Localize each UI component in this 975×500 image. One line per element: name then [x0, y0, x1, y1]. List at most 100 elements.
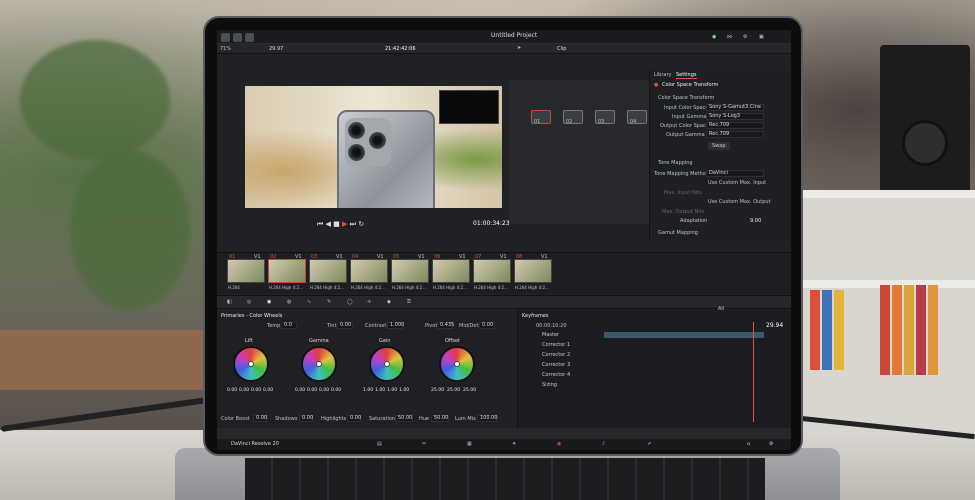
lift-value-g[interactable]: 0.00 [251, 388, 261, 393]
gain-value-r[interactable]: 1.00 [375, 388, 385, 393]
gain-wheel[interactable] [369, 346, 405, 382]
adaptation-value[interactable]: 9.00 [750, 218, 761, 224]
use-custom-max-input-checkbox[interactable]: Use Custom Max. Input [708, 180, 766, 186]
lift-value-r[interactable]: 0.00 [239, 388, 249, 393]
offset-value-g[interactable]: 25.00 [447, 388, 460, 393]
keyframe-track[interactable]: Corrector 1 [520, 342, 582, 351]
clip-thumbnail[interactable]: 03 V1 H.264 High 4:2... [309, 254, 347, 290]
window-icon[interactable]: ◯ [347, 299, 353, 305]
use-custom-max-output-checkbox[interactable]: Use Custom Max. Output [708, 199, 771, 205]
hue-field[interactable]: 50.00 [431, 415, 449, 422]
settings-gear-icon[interactable]: ⚙ [743, 34, 747, 40]
wheel-hub[interactable] [248, 361, 254, 367]
section-gamut-mapping[interactable]: Gamut Mapping [658, 230, 698, 236]
temp-field[interactable]: 0.0 [281, 322, 297, 329]
tint-field[interactable]: 0.00 [337, 322, 353, 329]
page-deliver-icon[interactable]: ➚ [647, 441, 651, 447]
clip-thumbnail[interactable]: 06 V1 H.264 High 4:2... [432, 254, 470, 290]
media-pool-icon[interactable] [221, 33, 230, 42]
page-fairlight-icon[interactable]: ♪ [602, 441, 605, 447]
color-match-icon[interactable]: ◎ [247, 299, 251, 305]
saturation-field[interactable]: 50.00 [395, 415, 413, 422]
output-color-space-select[interactable]: Rec.709 [706, 122, 764, 129]
wheel-hub[interactable] [316, 361, 322, 367]
last-frame-icon[interactable]: ⏭ [350, 220, 356, 228]
keyframe-track[interactable]: Corrector 4 [520, 372, 582, 381]
node-03[interactable]: 03 [595, 110, 615, 125]
wheel-hub[interactable] [454, 361, 460, 367]
page-color-icon[interactable]: ◉ [557, 441, 561, 447]
keyframe-track[interactable]: Sizing [520, 382, 582, 391]
middetail-field[interactable]: 0.00 [479, 322, 495, 329]
offset-value-b[interactable]: 25.00 [463, 388, 476, 393]
offset-wheel[interactable] [439, 346, 475, 382]
keyframe-track[interactable]: Corrector 2 [520, 352, 582, 361]
output-gamma-select[interactable]: Rec.709 [706, 131, 764, 138]
effect-enable-icon[interactable]: ● [654, 82, 658, 88]
lift-value-y[interactable]: 0.00 [227, 388, 237, 393]
node-01[interactable]: 01 [531, 110, 551, 125]
pivot-field[interactable]: 0.435 [437, 322, 454, 329]
stop-icon[interactable]: ■ [333, 220, 340, 228]
node-02[interactable]: 02 [563, 110, 583, 125]
node-graph[interactable]: 01 02 03 04 [509, 80, 657, 224]
input-gamma-select[interactable]: Sony S-Log3 [706, 113, 764, 120]
clip-thumbnail[interactable]: 04 V1 H.264 High 4:2... [350, 254, 388, 290]
gamma-value-b[interactable]: 0.00 [331, 388, 341, 393]
first-frame-icon[interactable]: ⏮ [317, 220, 323, 228]
hdr-icon[interactable]: ◍ [287, 299, 291, 305]
keyframe-track[interactable]: Corrector 3 [520, 362, 582, 371]
effects-icon[interactable]: ◉ [712, 34, 716, 40]
wheel-hub[interactable] [384, 361, 390, 367]
section-cst[interactable]: Color Space Transform [658, 95, 714, 101]
input-color-space-select[interactable]: Sony S-Gamut3.Cine [706, 104, 764, 111]
page-fusion-icon[interactable]: ✦ [512, 441, 516, 447]
tab-library[interactable]: Library [654, 72, 671, 78]
lift-value-b[interactable]: 0.00 [263, 388, 273, 393]
offset-value-r[interactable]: 25.00 [431, 388, 444, 393]
page-media-icon[interactable]: ▤ [377, 441, 382, 447]
clip-thumbnail[interactable]: 05 V1 H.264 High 4:2... [391, 254, 429, 290]
contrast-field[interactable]: 1.000 [387, 322, 404, 329]
node-04[interactable]: 04 [627, 110, 647, 125]
play-icon[interactable]: ▶ [342, 220, 347, 228]
clip-thumbnail[interactable]: 01 V1 H.264 [227, 254, 265, 290]
gain-value-b[interactable]: 1.00 [399, 388, 409, 393]
clip-thumbnail[interactable]: 02 V1 H.264 High 4:2... [268, 254, 306, 290]
playhead[interactable] [753, 322, 754, 422]
primaries-icon[interactable]: ◉ [267, 299, 271, 305]
page-edit-icon[interactable]: ▦ [467, 441, 472, 447]
loop-icon[interactable]: ↻ [358, 220, 364, 228]
pointer-icon[interactable]: ➤ [517, 45, 521, 51]
camera-raw-icon[interactable]: ◧ [227, 299, 232, 305]
clip-dropdown[interactable]: Clip [557, 46, 566, 52]
lightbox-icon[interactable]: ▣ [759, 34, 764, 40]
share-icon[interactable]: ⋈ [727, 34, 732, 40]
keyframe-track[interactable]: Master [520, 332, 582, 341]
qualifier-icon[interactable]: ✎ [327, 299, 331, 305]
highlights-field[interactable]: 0.00 [347, 415, 361, 422]
lift-wheel[interactable] [233, 346, 269, 382]
gamma-wheel[interactable] [301, 346, 337, 382]
home-icon[interactable]: ⌂ [747, 441, 750, 447]
clip-thumbnail[interactable]: 07 V1 H.264 High 4:2... [473, 254, 511, 290]
tab-settings[interactable]: Settings [676, 72, 697, 79]
viewer-image[interactable] [245, 86, 502, 208]
page-cut-icon[interactable]: ✂ [422, 441, 426, 447]
gamma-value-g[interactable]: 0.00 [319, 388, 329, 393]
reverse-icon[interactable]: ◀ [326, 220, 331, 228]
curves-icon[interactable]: ∿ [307, 299, 311, 305]
gain-value-y[interactable]: 1.00 [363, 388, 373, 393]
key-icon[interactable]: ⚿ [407, 299, 411, 305]
blur-icon[interactable]: ◆ [387, 299, 391, 305]
shadows-field[interactable]: 0.00 [299, 415, 313, 422]
gallery-icon[interactable] [233, 33, 242, 42]
gamma-value-r[interactable]: 0.00 [307, 388, 317, 393]
tone-method-select[interactable]: DaVinci [706, 170, 764, 177]
lummix-field[interactable]: 100.00 [477, 415, 498, 422]
lut-icon[interactable] [245, 33, 254, 42]
keyframes-filter[interactable]: All [718, 306, 724, 312]
zoom-dropdown[interactable]: 71% [220, 46, 231, 52]
project-settings-icon[interactable]: ⚙ [769, 441, 773, 447]
section-tone-mapping[interactable]: Tone Mapping [658, 160, 693, 166]
